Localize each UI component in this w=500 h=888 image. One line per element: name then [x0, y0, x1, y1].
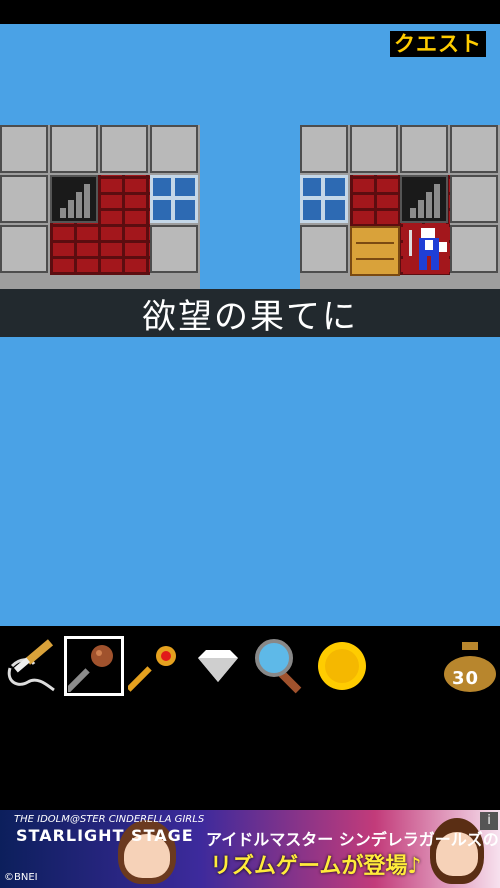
money-bag-count: 30 — [452, 668, 480, 689]
mace-icon — [68, 645, 113, 692]
scene-caption-band: 欲望の果てに — [0, 289, 500, 337]
inventory-slot-diamond[interactable] — [188, 636, 248, 696]
stone-block — [150, 125, 198, 173]
gold-coin-icon — [318, 642, 366, 690]
stairs-icon[interactable] — [50, 175, 98, 223]
diamond-icon — [198, 650, 238, 682]
magnifying-glass-icon — [255, 639, 302, 694]
inventory-slot-key[interactable] — [126, 636, 186, 696]
quest-logo[interactable]: クエスト — [390, 31, 486, 57]
window-icon[interactable] — [150, 175, 198, 223]
left-wall — [0, 125, 200, 289]
inventory-slot-magnifier[interactable] — [250, 636, 310, 696]
red-gem-key-icon — [128, 646, 176, 692]
drawer-chest-icon[interactable] — [350, 226, 400, 276]
stone-block — [450, 225, 498, 273]
stone-block — [0, 175, 48, 223]
right-wall — [300, 125, 500, 289]
stone-block — [450, 175, 498, 223]
scene-caption: 欲望の果てに — [142, 296, 358, 337]
inventory-slot-coin[interactable] — [312, 636, 372, 696]
stairs-icon[interactable] — [400, 175, 448, 223]
stone-block — [400, 125, 448, 173]
stone-block — [0, 125, 48, 173]
window-icon[interactable] — [300, 175, 348, 223]
knight-hero-icon[interactable] — [403, 224, 449, 274]
ad-line-2: リズムゲームが登場♪ — [210, 854, 422, 879]
ad-logo-big: STARLIGHT STAGE — [16, 826, 194, 845]
stone-block — [450, 125, 498, 173]
stone-block — [300, 125, 348, 173]
rope-and-knife-icon — [7, 639, 55, 692]
stone-block — [0, 225, 48, 273]
inventory-slot-rope[interactable] — [2, 636, 62, 696]
stone-block — [100, 125, 148, 173]
ad-logo-small: THE IDOLM@STER CINDERELLA GIRLS — [14, 814, 205, 825]
stone-block — [50, 125, 98, 173]
ad-copyright: ©BNEI — [4, 872, 38, 883]
ad-info-icon[interactable]: i — [480, 812, 498, 830]
stone-block — [350, 125, 398, 173]
ad-line-1: アイドルマスター シンデレラガールズの — [206, 830, 499, 849]
inventory-slot-mace[interactable] — [64, 636, 124, 696]
stone-block — [150, 225, 198, 273]
status-bar — [0, 0, 500, 24]
stone-block — [300, 225, 348, 273]
